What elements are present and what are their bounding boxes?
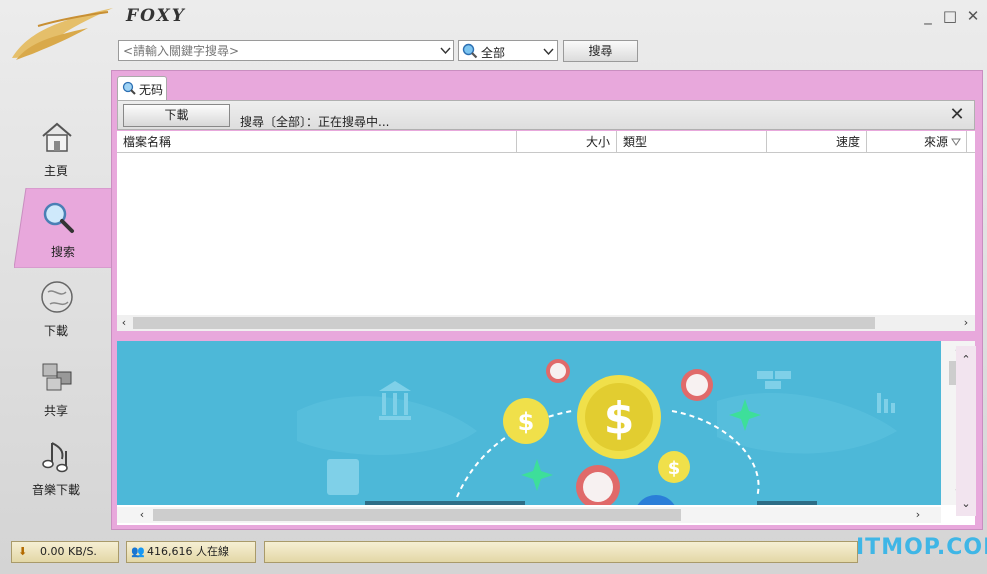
maximize-button[interactable]: □ <box>940 6 960 26</box>
scroll-thumb[interactable] <box>153 509 681 521</box>
nav-label-home: 主頁 <box>43 164 68 178</box>
nav-label-download: 下載 <box>43 324 68 338</box>
column-header-type[interactable]: 類型 <box>617 131 767 153</box>
nav-item-search[interactable]: 搜索 <box>0 197 112 275</box>
banner-image[interactable]: $ $ $ <box>117 341 941 505</box>
scroll-up-arrow[interactable]: ⌃ <box>959 352 973 368</box>
users-icon: 👥 <box>131 545 145 558</box>
nav-item-home[interactable]: 主頁 <box>0 116 112 194</box>
banner-hscrollbar[interactable]: ‹ › <box>117 507 941 523</box>
scroll-left-arrow[interactable]: ‹ <box>117 315 131 331</box>
search-input[interactable] <box>118 40 454 61</box>
share-icon <box>42 363 72 391</box>
download-arrow-icon: ⬇ <box>18 545 28 558</box>
speed-indicator: ⬇ 0.00 KB/S. <box>11 541 119 563</box>
close-button[interactable]: ✕ <box>963 6 983 26</box>
close-tab-icon[interactable]: ✕ <box>946 104 968 126</box>
banner-panel: $ $ $ ⌃ ⌄ ‹ › <box>117 341 975 525</box>
scroll-right-arrow[interactable]: › <box>959 315 973 331</box>
results-hscrollbar[interactable]: ‹ › <box>117 315 975 331</box>
scope-select[interactable]: 全部 <box>458 40 558 61</box>
tab-search-result[interactable]: 无码 <box>117 76 167 100</box>
home-icon <box>42 122 72 152</box>
nav-item-download[interactable]: 下載 <box>0 276 112 354</box>
svg-text:$: $ <box>604 393 635 444</box>
nav-item-music[interactable]: 音樂下載 <box>0 435 112 513</box>
outer-vscrollbar[interactable]: ⌃ ⌄ <box>956 346 976 516</box>
results-table: 檔案名稱 大小 類型 速度 來源 ‹ › <box>117 131 975 331</box>
search-icon <box>43 202 74 233</box>
search-icon <box>462 43 478 59</box>
nav-label-music: 音樂下載 <box>31 483 80 497</box>
svg-text:$: $ <box>668 458 681 479</box>
speed-value: 0.00 KB/S. <box>40 545 97 558</box>
chevron-down-icon <box>543 48 554 56</box>
svg-text:$: $ <box>518 408 535 436</box>
status-message-box <box>264 541 858 563</box>
column-header-speed[interactable]: 速度 <box>767 131 867 153</box>
download-globe-icon <box>41 281 73 313</box>
watermark-text: ITMOP.COM <box>856 535 987 560</box>
nav-label-search: 搜索 <box>50 245 75 259</box>
scroll-thumb[interactable] <box>133 317 875 329</box>
search-button[interactable]: 搜尋 <box>563 40 638 62</box>
nav-item-share[interactable]: 共享 <box>0 356 112 434</box>
brand-title: FOXY <box>126 6 186 26</box>
scroll-right-arrow[interactable]: › <box>911 507 925 523</box>
app-window: FOXY _ □ ✕ 全部 搜尋 主頁 搜 <box>0 0 987 574</box>
table-header: 檔案名稱 大小 類型 速度 來源 <box>117 131 975 153</box>
chevron-down-icon[interactable] <box>440 45 451 56</box>
music-note-icon <box>42 442 68 473</box>
tab-label: 无码 <box>139 83 164 97</box>
scroll-down-arrow[interactable]: ⌄ <box>959 496 973 512</box>
foxy-logo-icon <box>12 8 113 60</box>
online-users-indicator: 👥 416,616 人在線 <box>126 541 256 563</box>
search-icon <box>122 81 136 95</box>
scope-value: 全部 <box>481 46 506 60</box>
column-header-filename[interactable]: 檔案名稱 <box>117 131 517 153</box>
online-count: 416,616 人在線 <box>147 545 229 558</box>
column-header-size[interactable]: 大小 <box>517 131 617 153</box>
search-status-text: 搜尋〔全部〕：正在搜尋中... <box>240 115 390 129</box>
download-button[interactable]: 下載 <box>123 104 230 127</box>
scroll-left-arrow[interactable]: ‹ <box>135 507 149 523</box>
nav-label-share: 共享 <box>43 404 68 418</box>
sort-indicator-icon <box>951 138 961 146</box>
minimize-button[interactable]: _ <box>918 6 938 26</box>
